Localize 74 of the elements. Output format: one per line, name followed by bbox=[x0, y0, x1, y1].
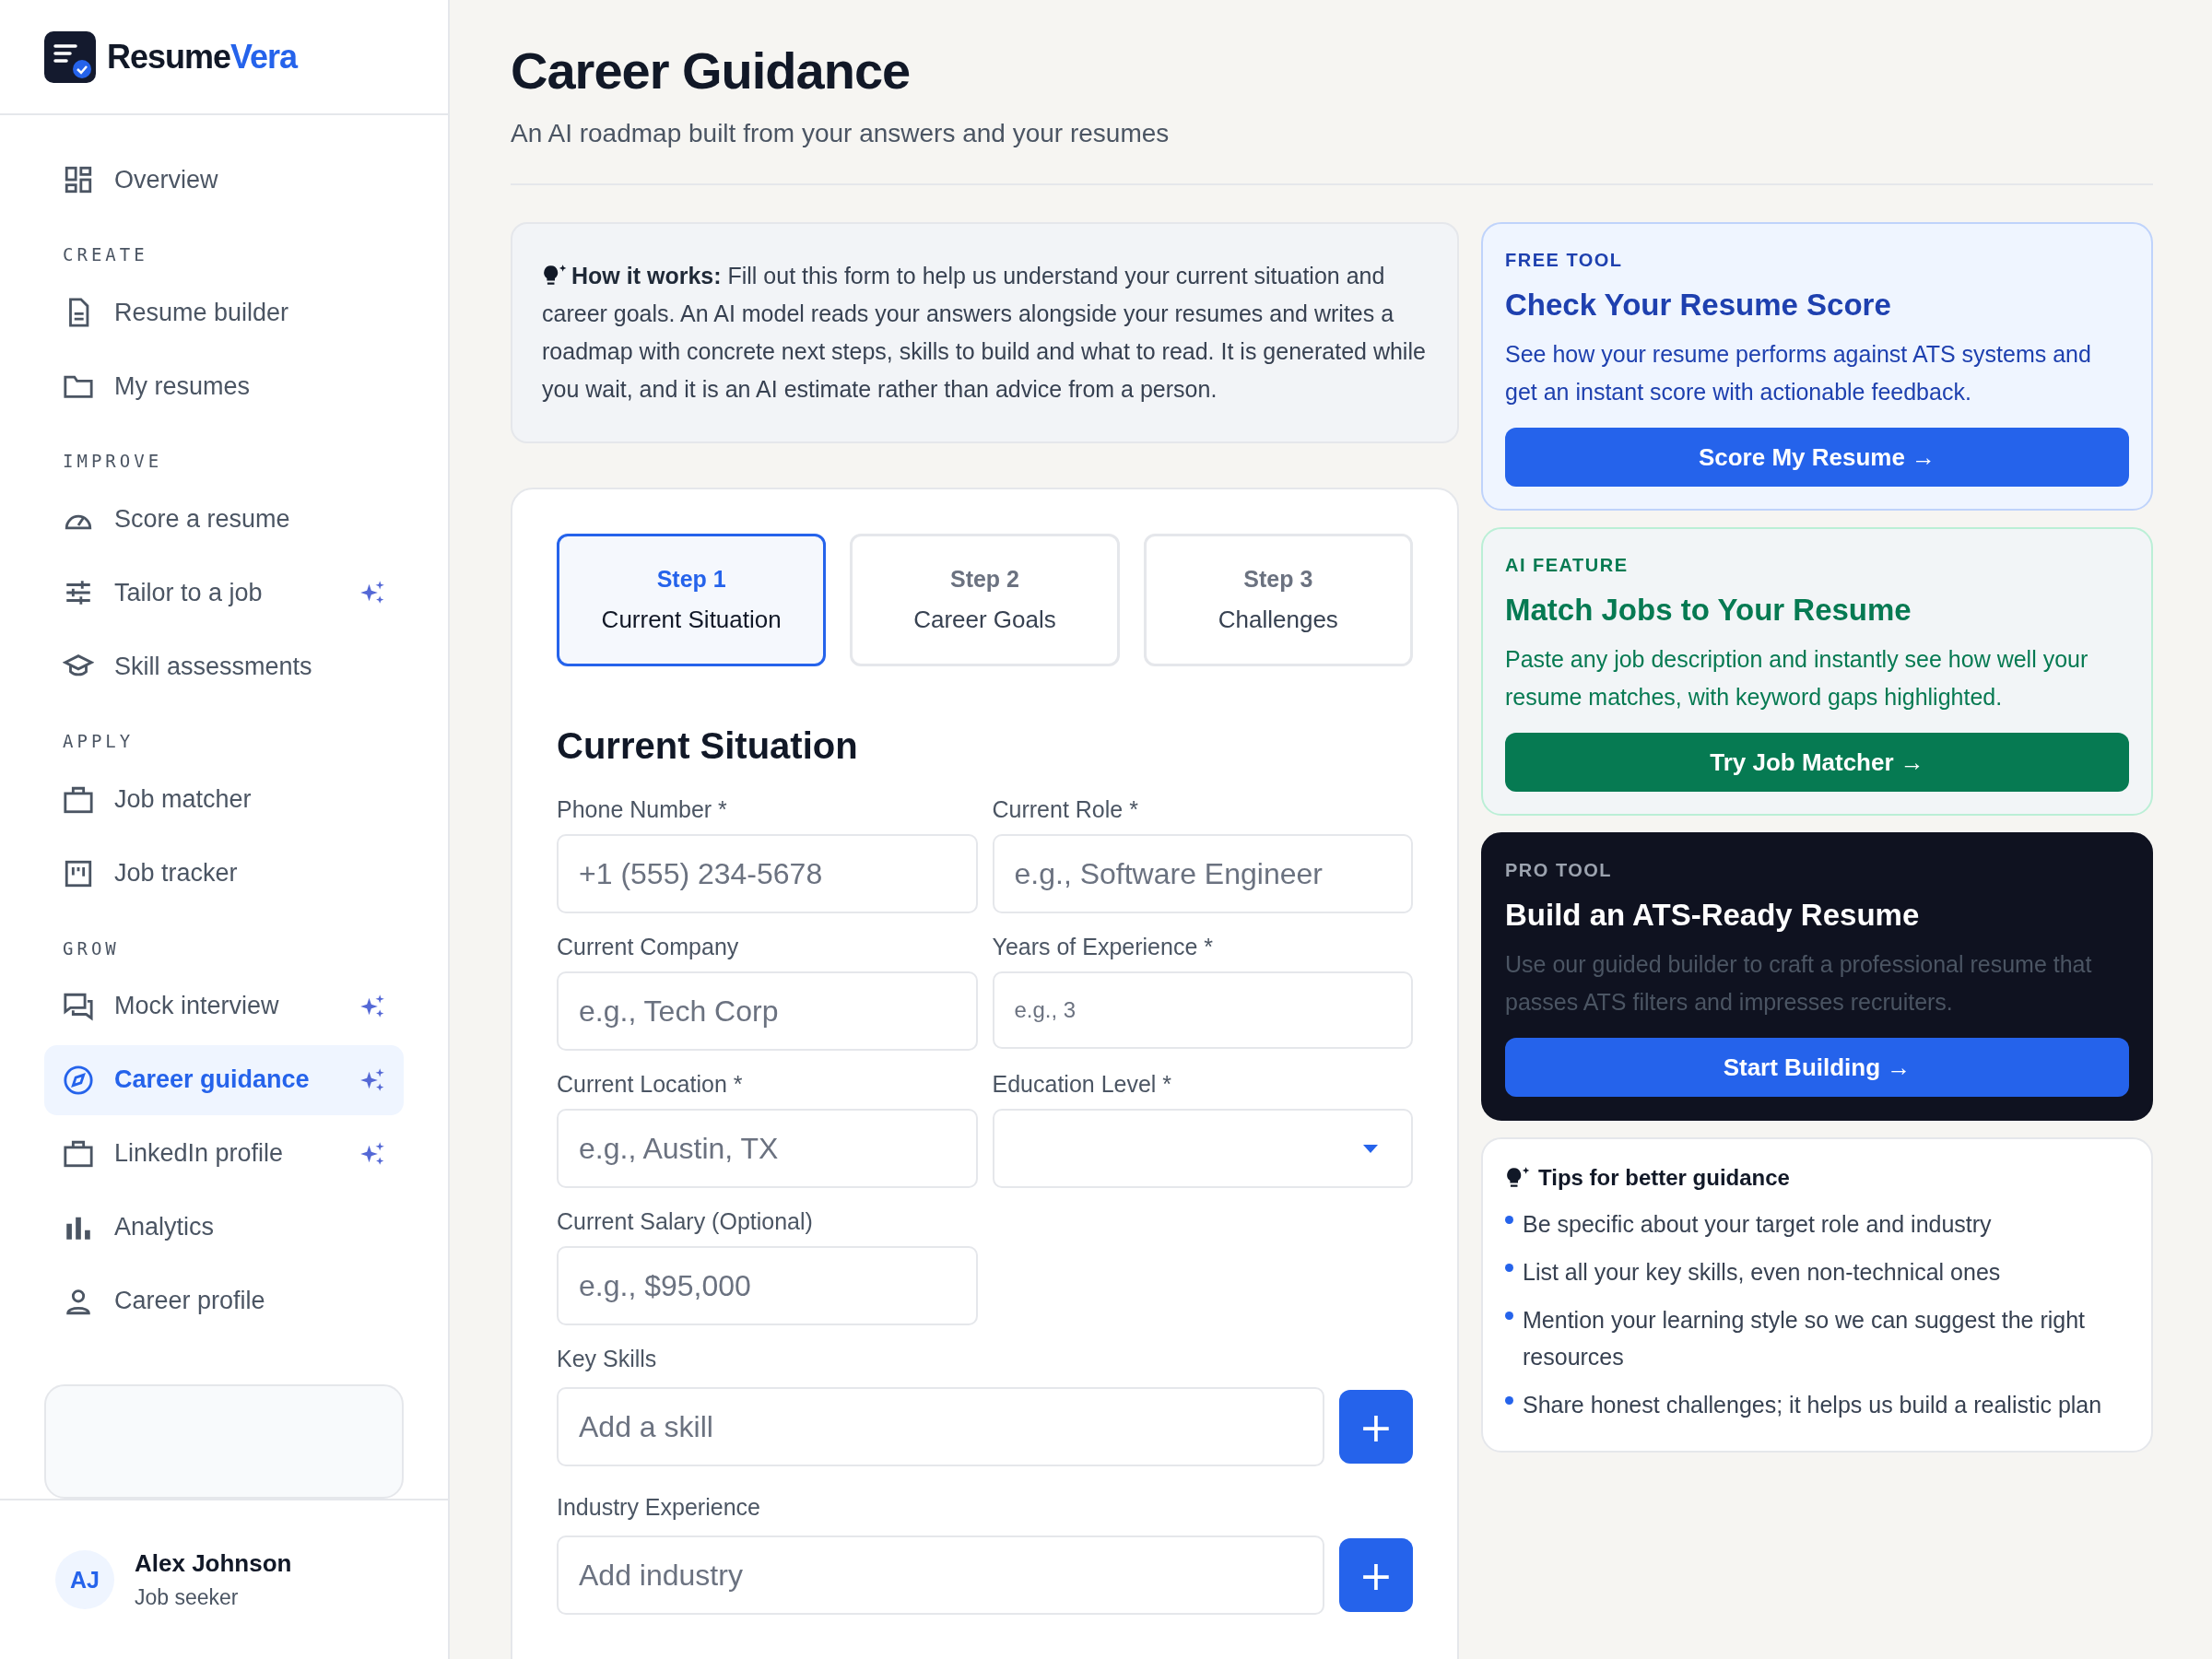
input-field[interactable]: Add industry bbox=[557, 1535, 1324, 1615]
bullet-dot bbox=[1505, 1396, 1513, 1405]
nav-item[interactable]: Tailor to a job bbox=[44, 558, 404, 629]
lightbulb-icon bbox=[1505, 1166, 1531, 1190]
section-label: APPLY bbox=[62, 730, 135, 754]
field-label: Phone Number * bbox=[557, 796, 728, 823]
nav-item[interactable]: Career guidance bbox=[44, 1044, 404, 1115]
lightbulb-icon bbox=[542, 264, 568, 288]
field-label: Education Level * bbox=[992, 1071, 1173, 1098]
tip-text: Share honest challenges; it helps us build a realistic plan bbox=[1523, 1391, 2102, 1419]
user-role: Job seeker bbox=[135, 1585, 240, 1610]
nav-item[interactable]: Job matcher bbox=[44, 764, 404, 835]
promo-tag: FREE TOOL bbox=[1505, 250, 2129, 271]
section-label: GROW bbox=[62, 936, 121, 960]
promo-button[interactable]: Score My Resume → bbox=[1505, 428, 2129, 487]
input-field[interactable]: Add a skill bbox=[557, 1387, 1324, 1466]
promo-text: Use our guided builder to craft a professional resume that passes ATS filters and impresses recruiters. bbox=[1505, 950, 2093, 1017]
promo-title: Check Your Resume Score bbox=[1505, 288, 1892, 323]
step-tab[interactable]: Step 2 Career Goals bbox=[850, 534, 1120, 666]
promo-title: Match Jobs to Your Resume bbox=[1505, 593, 1912, 628]
section-label: CREATE bbox=[62, 243, 149, 267]
form-heading: Current Situation bbox=[557, 725, 859, 767]
step-tab[interactable]: Step 3 Challenges bbox=[1143, 534, 1413, 666]
tip-text: Be specific about your target role and industry bbox=[1523, 1210, 1992, 1239]
tips-title: Tips for better guidance bbox=[1538, 1165, 1790, 1191]
avatar: AJ bbox=[55, 1550, 114, 1609]
promo-text: Paste any job description and instantly see how well your resume matches, with keyword gaps highlighted. bbox=[1505, 645, 2089, 712]
input-field[interactable]: e.g., Austin, TX bbox=[557, 1109, 978, 1188]
add-button[interactable]: + bbox=[1339, 1390, 1413, 1464]
field-label: Years of Experience * bbox=[992, 934, 1214, 960]
tip-text: Mention your learning style so we can suggest the right resources bbox=[1523, 1306, 2087, 1371]
nav-item[interactable]: LinkedIn profile bbox=[44, 1118, 404, 1189]
page-subtitle: An AI roadmap built from your answers and your resumes bbox=[511, 119, 2153, 185]
promo-button[interactable]: Start Building → bbox=[1505, 1038, 2129, 1097]
nav-item[interactable]: Overview bbox=[44, 145, 404, 216]
nav-item[interactable]: Analytics bbox=[44, 1192, 404, 1263]
input-field[interactable]: +1 (555) 234-5678 bbox=[557, 834, 978, 913]
input-field[interactable]: e.g., Tech Corp bbox=[557, 971, 978, 1051]
field-label: Industry Experience bbox=[557, 1494, 761, 1521]
field-label: Current Role * bbox=[992, 796, 1139, 823]
page-title: Career Guidance bbox=[511, 41, 912, 100]
nav-item[interactable]: My resumes bbox=[44, 351, 404, 422]
bullet-dot bbox=[1505, 1216, 1513, 1224]
field-label: Current Company bbox=[557, 934, 740, 960]
nav-item[interactable]: Mock interview bbox=[44, 971, 404, 1041]
logo-icon bbox=[44, 30, 96, 83]
input-field[interactable]: e.g., Software Engineer bbox=[992, 834, 1413, 913]
nav-item[interactable]: Score a resume bbox=[44, 484, 404, 555]
nav-item[interactable]: Resume builder bbox=[44, 277, 404, 348]
nav-item[interactable]: Skill assessments bbox=[44, 631, 404, 702]
section-label: IMPROVE bbox=[62, 450, 164, 474]
promo-title: Build an ATS-Ready Resume bbox=[1505, 898, 1921, 933]
bullet-dot bbox=[1505, 1312, 1513, 1320]
tip-text: List all your key skills, even non-technical ones bbox=[1523, 1258, 2001, 1287]
bullet-dot bbox=[1505, 1264, 1513, 1272]
info-text: How it works: Fill out this form to help us understand your current situation and career goals. An AI model reads your answers alongside your resumes and writes a roadmap with concrete next steps, skills to build and what to read. It is generated while you wait, and it is an AI estimate rather than advice from a person. bbox=[542, 262, 1427, 404]
select-field[interactable] bbox=[992, 1109, 1413, 1188]
promo-button[interactable]: Try Job Matcher → bbox=[1505, 733, 2129, 792]
field-label: Current Location * bbox=[557, 1071, 744, 1098]
field-label: Current Salary (Optional) bbox=[557, 1208, 814, 1235]
field-label: Key Skills bbox=[557, 1346, 658, 1372]
promo-tag: AI FEATURE bbox=[1505, 555, 2129, 576]
input-field[interactable]: e.g., 3 bbox=[992, 971, 1413, 1049]
promo-text: See how your resume performs against ATS systems and get an instant score with actionable feedback. bbox=[1505, 340, 2092, 406]
compass-icon bbox=[63, 1064, 94, 1096]
brand-name: ResumeVera bbox=[107, 37, 298, 76]
nav-item[interactable]: Job tracker bbox=[44, 838, 404, 909]
nav-item[interactable]: Career profile bbox=[44, 1265, 404, 1336]
caret-icon bbox=[1361, 1143, 1380, 1154]
input-field[interactable]: e.g., $95,000 bbox=[557, 1246, 978, 1325]
add-button[interactable]: + bbox=[1339, 1538, 1413, 1612]
step-tab[interactable]: Step 1 Current Situation bbox=[557, 534, 827, 666]
promo-tag: PRO TOOL bbox=[1505, 860, 2129, 881]
user-name: Alex Johnson bbox=[135, 1549, 292, 1578]
